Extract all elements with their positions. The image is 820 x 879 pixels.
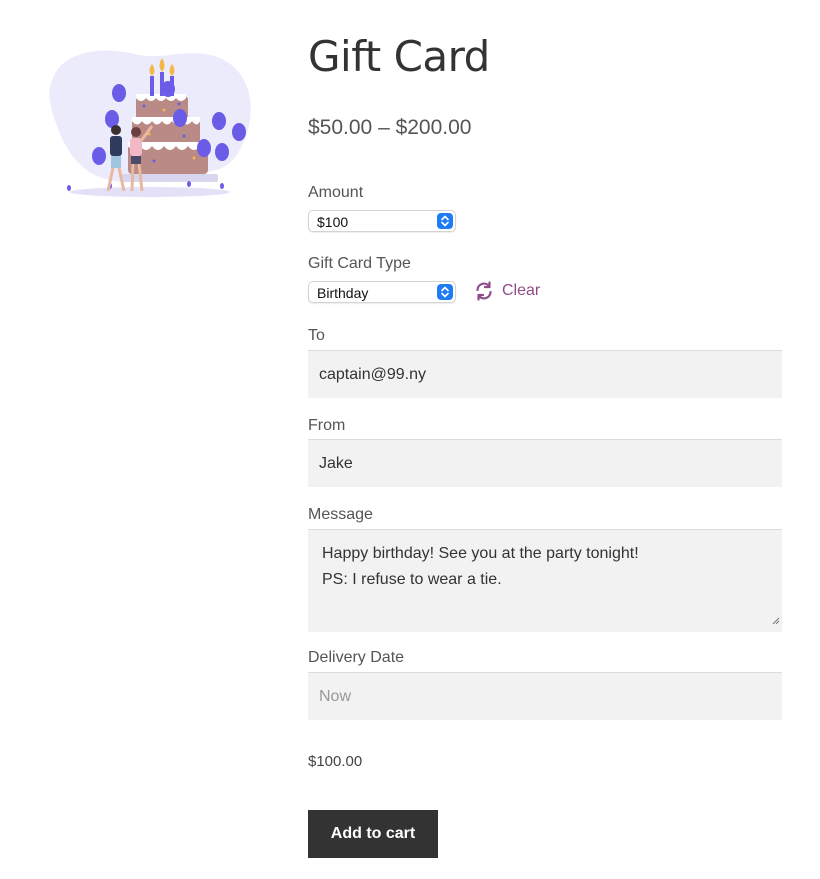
select-arrows-icon [437,213,453,229]
clear-label: Clear [502,282,541,299]
delivery-date-placeholder: Now [319,688,352,705]
select-arrows-icon [437,284,453,300]
refresh-icon [476,281,492,301]
from-field[interactable]: Jake [308,439,782,487]
to-field[interactable]: captain@99.ny [308,350,782,398]
message-line: PS: I refuse to wear a tie. [322,571,502,588]
delivery-date-label: Delivery Date [308,649,405,666]
gift-card-type-selected-value: Birthday [317,285,369,301]
price-range: $50.00 – $200.00 [308,116,472,139]
amount-selected-value: $100 [317,214,349,230]
resize-grip-icon[interactable] [772,612,780,630]
clear-selection-link[interactable]: Clear [474,281,540,301]
gift-card-type-label: Gift Card Type [308,255,411,272]
variation-price: $100.00 [308,753,363,770]
birthday-cake-illustration [49,50,251,197]
message-textarea[interactable]: Happy birthday! See you at the party ton… [308,529,782,632]
gift-card-type-select[interactable]: Birthday [308,281,456,303]
message-label: Message [308,506,373,523]
product-title: Gift Card [308,32,490,81]
add-to-cart-button[interactable]: Add to cart [308,810,438,858]
product-image [44,46,256,204]
delivery-date-field[interactable]: Now [308,672,782,720]
from-label: From [308,417,346,434]
to-label: To [308,327,325,344]
from-field-value: Jake [319,455,353,472]
amount-select[interactable]: $100 [308,210,456,232]
amount-label: Amount [308,184,364,201]
to-field-value: captain@99.ny [319,366,426,383]
message-line: Happy birthday! See you at the party ton… [322,545,639,562]
